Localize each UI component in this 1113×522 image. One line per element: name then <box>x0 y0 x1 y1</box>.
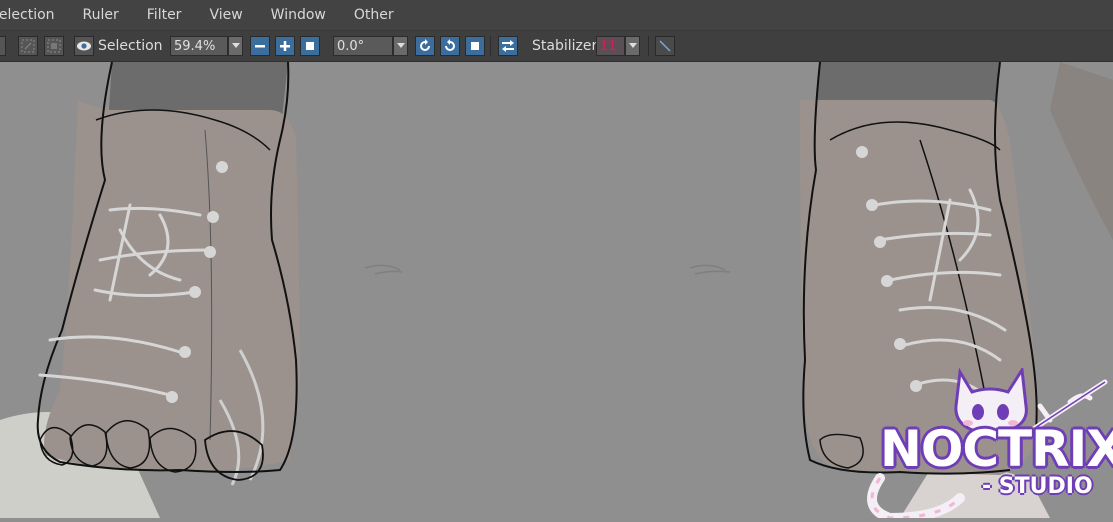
rotate-right-icon <box>445 39 455 51</box>
stabilizer-dropdown[interactable] <box>625 36 640 56</box>
toolbar-divider <box>490 36 491 56</box>
zoom-reset-button[interactable] <box>300 36 320 56</box>
menu-view[interactable]: View <box>209 7 242 23</box>
select-tool-button[interactable] <box>0 36 6 56</box>
pen-pressure-icon <box>659 40 671 52</box>
select-all-button[interactable] <box>44 36 64 56</box>
selection-label: Selection <box>98 38 163 54</box>
menu-ruler[interactable]: Ruler <box>83 7 119 23</box>
stabilizer-label: Stabilizer <box>532 38 598 54</box>
flip-horizontal-button[interactable] <box>498 36 518 56</box>
rotate-reset-button[interactable] <box>465 36 485 56</box>
flip-horizontal-icon <box>502 40 514 52</box>
rotation-field[interactable]: 0.0° <box>333 36 393 56</box>
selection-visible-eye-icon <box>77 41 91 51</box>
menu-bar: Selection Ruler Filter View Window Other <box>0 0 1113 31</box>
menu-window[interactable]: Window <box>271 7 326 23</box>
pen-pressure-button[interactable] <box>655 36 675 56</box>
toolbar-divider <box>648 36 649 56</box>
stabilizer-field[interactable]: 11 <box>596 36 625 56</box>
drawing-canvas[interactable]: NOCTRIX - STUDIO <box>0 61 1113 518</box>
rotate-left-button[interactable] <box>415 36 435 56</box>
rotate-left-icon <box>420 39 430 51</box>
selection-group <box>0 35 6 57</box>
select-all-icon <box>47 39 61 53</box>
zoom-dropdown[interactable] <box>228 36 243 56</box>
menu-other[interactable]: Other <box>354 7 394 23</box>
chevron-down-icon <box>231 43 240 48</box>
rotation-dropdown[interactable] <box>393 36 408 56</box>
noctrix-studio-logo: NOCTRIX - STUDIO <box>850 368 1113 518</box>
menu-filter[interactable]: Filter <box>147 7 182 23</box>
toolbar: Selection 59.4% 0.0° Stabilizer 11 <box>0 31 1113 62</box>
rotate-right-button[interactable] <box>440 36 460 56</box>
chevron-down-icon <box>628 43 637 48</box>
logo-subtitle: - STUDIO <box>982 474 1093 499</box>
zoom-in-button[interactable] <box>275 36 295 56</box>
zoom-in-icon <box>280 41 290 51</box>
menu-selection[interactable]: Selection <box>0 7 55 23</box>
selection-visible-button[interactable] <box>74 36 94 56</box>
zoom-out-icon <box>255 45 265 48</box>
zoom-field[interactable]: 59.4% <box>170 36 228 56</box>
logo-title: NOCTRIX <box>880 420 1113 478</box>
chevron-down-icon <box>396 43 405 48</box>
select-invert-icon <box>21 39 35 53</box>
zoom-out-button[interactable] <box>250 36 270 56</box>
zoom-reset-icon <box>306 42 314 50</box>
select-invert-button[interactable] <box>18 36 38 56</box>
rotate-reset-icon <box>471 42 479 50</box>
